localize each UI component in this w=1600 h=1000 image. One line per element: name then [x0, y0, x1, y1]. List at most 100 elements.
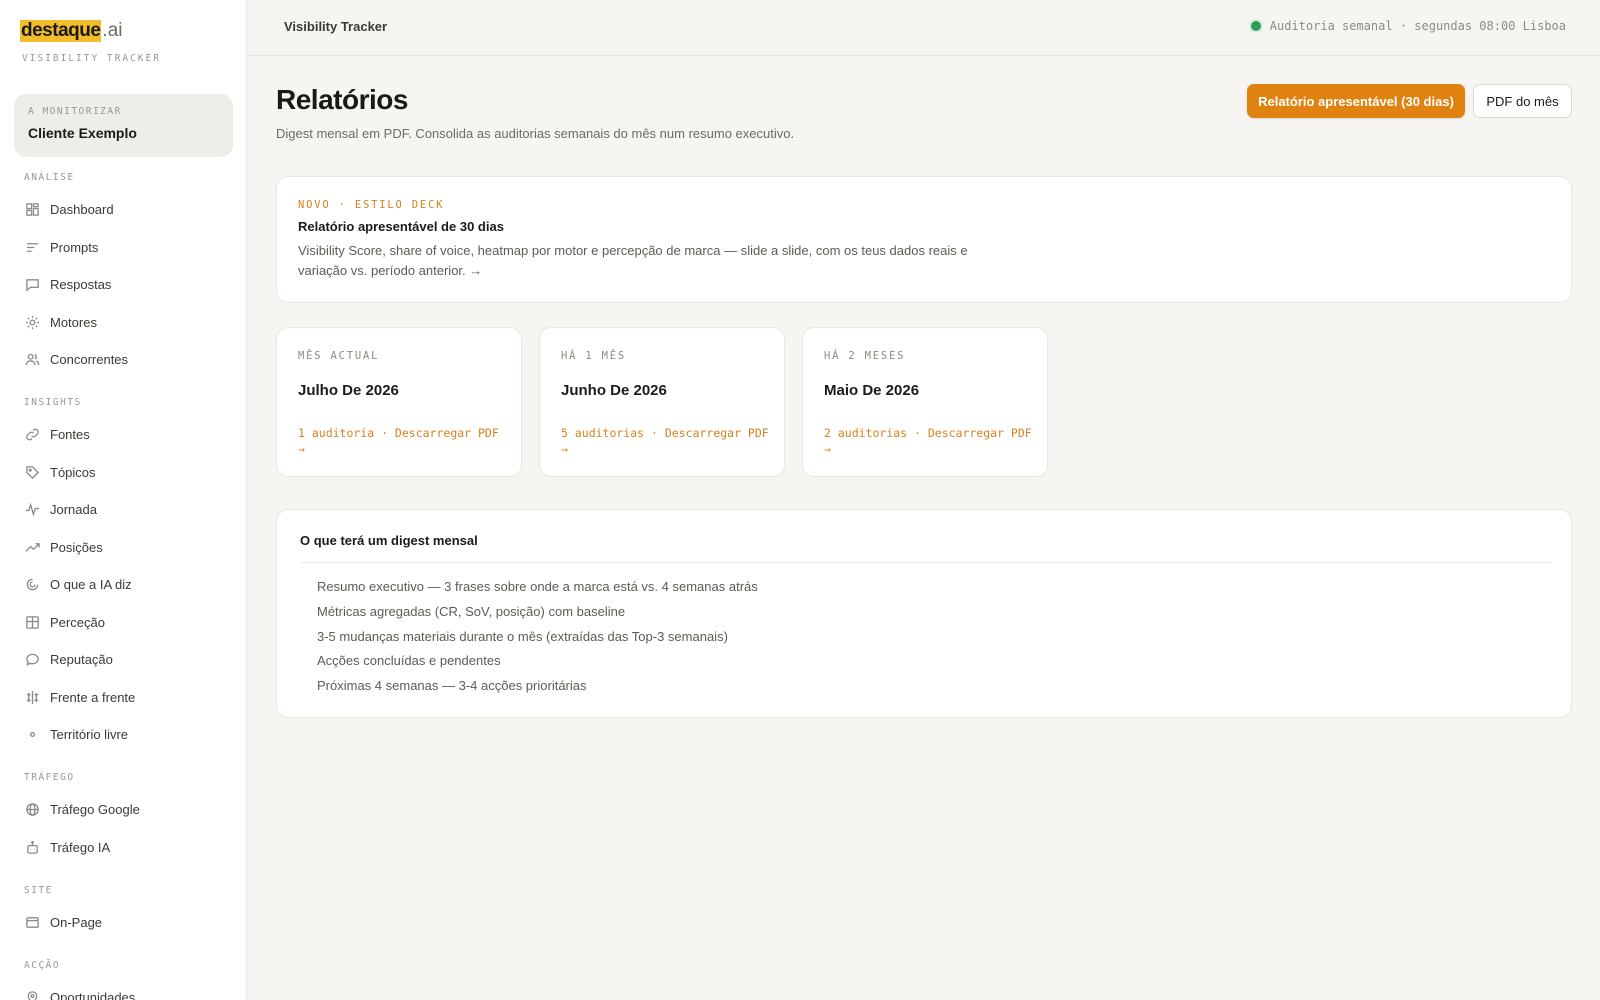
digest-info-card: O que terá um digest mensal Resumo execu… — [276, 509, 1572, 718]
download-pdf-link[interactable]: 5 auditorias · Descarregar PDF → — [561, 425, 771, 457]
dot-icon — [24, 726, 40, 742]
sidebar-item-trafego-google[interactable]: Tráfego Google — [14, 794, 234, 824]
compare-icon — [24, 689, 40, 705]
sidebar-item-dashboard[interactable]: Dashboard — [14, 194, 234, 224]
client-name: Cliente Exemplo — [28, 125, 137, 141]
page-subtitle: Digest mensal em PDF. Consolida as audit… — [276, 126, 795, 141]
nav-section-site: SITE — [24, 885, 53, 896]
trend-icon — [24, 539, 40, 555]
client-selector[interactable]: A MONITORIZAR Cliente Exemplo — [14, 94, 233, 157]
sidebar-item-label: Tráfego IA — [50, 839, 111, 855]
pulse-icon — [24, 501, 40, 517]
spiral-icon — [24, 576, 40, 592]
topbar: Visibility Tracker Auditoria semanal · s… — [248, 0, 1600, 56]
sidebar-item-topicos[interactable]: Tópicos — [14, 457, 234, 487]
list-item: Próximas 4 semanas — 3-4 acções prioritá… — [317, 678, 587, 694]
sidebar-item-label: Frente a frente — [50, 689, 136, 705]
sidebar-item-reputacao[interactable]: Reputação — [14, 644, 234, 674]
month-card[interactable]: HÁ 2 MESES Maio De 2026 2 auditorias · D… — [802, 327, 1048, 477]
sidebar-item-label: Perceção — [50, 614, 105, 630]
sidebar-item-label: Território livre — [50, 726, 129, 742]
grid-icon — [24, 201, 40, 217]
presentable-report-button[interactable]: Relatório apresentável (30 dias) — [1247, 84, 1465, 118]
client-label: A MONITORIZAR — [28, 106, 122, 117]
sidebar: destaque .ai VISIBILITY TRACKER A MONITOR… — [0, 0, 247, 1000]
sun-icon — [24, 314, 40, 330]
download-pdf-link[interactable]: 2 auditorias · Descarregar PDF → — [824, 425, 1034, 457]
divider — [300, 562, 1550, 563]
sidebar-item-label: Respostas — [50, 276, 112, 292]
lines-icon — [24, 239, 40, 255]
list-item: 3-5 mudanças materiais durante o mês (ex… — [317, 628, 728, 644]
brand-subtitle: VISIBILITY TRACKER — [22, 53, 161, 64]
sidebar-item-label: Tráfego Google — [50, 801, 140, 817]
presentable-report-card[interactable]: NOVO · ESTILO DECK Relatório apresentáve… — [276, 176, 1572, 303]
month-kicker: MÊS ACTUAL — [298, 350, 380, 362]
sidebar-item-label: Tópicos — [50, 464, 96, 480]
tag-icon — [24, 464, 40, 480]
link-icon — [24, 426, 40, 442]
month-title: Junho De 2026 — [561, 382, 667, 399]
nav-section-analise: ANÁLISE — [24, 172, 75, 183]
sidebar-item-label: Concorrentes — [50, 351, 129, 367]
bubble-icon — [24, 651, 40, 667]
sidebar-item-label: O que a IA diz — [50, 576, 132, 592]
digest-title: O que terá um digest mensal — [300, 533, 478, 548]
promo-title: Relatório apresentável de 30 dias — [298, 219, 504, 234]
digest-list: Resumo executivo — 3 frases sobre onde a… — [317, 575, 758, 699]
brand-name: destaque — [20, 20, 102, 42]
sidebar-item-label: Fontes — [50, 426, 90, 442]
promo-kicker: NOVO · ESTILO DECK — [298, 199, 445, 211]
page-title: Relatórios — [276, 84, 408, 115]
month-kicker: HÁ 1 MÊS — [561, 350, 626, 362]
sidebar-item-o-que-a-ia-diz[interactable]: O que a IA diz — [14, 569, 234, 599]
sidebar-item-oportunidades[interactable]: Oportunidades — [14, 982, 234, 1000]
month-title: Maio De 2026 — [824, 382, 920, 399]
sidebar-item-label: Motores — [50, 314, 97, 330]
pin-icon — [24, 989, 40, 1000]
status-dot-icon — [1250, 21, 1261, 31]
window-icon — [24, 914, 40, 930]
sidebar-item-trafego-ia[interactable]: Tráfego IA — [14, 832, 234, 862]
topbar-title: Visibility Tracker — [284, 19, 388, 34]
sidebar-item-fontes[interactable]: Fontes — [14, 419, 234, 449]
nav-section-accao: ACÇÃO — [24, 960, 61, 971]
sidebar-item-label: Oportunidades — [50, 989, 136, 1000]
layout-icon — [24, 614, 40, 630]
brand-logo[interactable]: destaque .ai — [20, 20, 123, 44]
sidebar-item-label: On-Page — [50, 914, 103, 930]
nav-section-trafego: TRÁFEGO — [24, 772, 75, 783]
promo-description: Visibility Score, share of voice, heatma… — [298, 243, 968, 278]
sidebar-item-territorio-livre[interactable]: Território livre — [14, 719, 234, 749]
sidebar-item-label: Reputação — [50, 651, 113, 667]
month-title: Julho De 2026 — [298, 382, 399, 399]
sidebar-item-label: Prompts — [50, 239, 99, 255]
audit-status-text: Auditoria semanal · segundas 08:00 Lisbo… — [1269, 19, 1566, 33]
sidebar-item-percecao[interactable]: Perceção — [14, 607, 234, 637]
sidebar-item-respostas[interactable]: Respostas — [14, 269, 234, 299]
sidebar-item-motores[interactable]: Motores — [14, 307, 234, 337]
sidebar-item-label: Dashboard — [50, 201, 114, 217]
bot-icon — [24, 839, 40, 855]
globe-icon — [24, 801, 40, 817]
sidebar-item-on-page[interactable]: On-Page — [14, 907, 234, 937]
users-icon — [24, 351, 40, 367]
list-item: Métricas agregadas (CR, SoV, posição) co… — [317, 603, 626, 619]
sidebar-item-jornada[interactable]: Jornada — [14, 494, 234, 524]
sidebar-item-frente-a-frente[interactable]: Frente a frente — [14, 682, 234, 712]
month-kicker: HÁ 2 MESES — [824, 350, 906, 362]
download-pdf-link[interactable]: 1 auditoria · Descarregar PDF → — [298, 425, 508, 457]
sidebar-item-prompts[interactable]: Prompts — [14, 232, 234, 262]
list-item: Acções concluídas e pendentes — [317, 653, 501, 669]
month-card[interactable]: MÊS ACTUAL Julho De 2026 1 auditoria · D… — [276, 327, 522, 477]
sidebar-item-posicoes[interactable]: Posições — [14, 532, 234, 562]
sidebar-item-label: Jornada — [50, 501, 97, 517]
list-item: Resumo executivo — 3 frases sobre onde a… — [317, 579, 758, 594]
audit-status: Auditoria semanal · segundas 08:00 Lisbo… — [1250, 19, 1566, 33]
sidebar-item-label: Posições — [50, 539, 103, 555]
monthly-pdf-button[interactable]: PDF do mês — [1473, 84, 1572, 118]
chat-icon — [24, 276, 40, 292]
sidebar-item-concorrentes[interactable]: Concorrentes — [14, 344, 234, 374]
month-card[interactable]: HÁ 1 MÊS Junho De 2026 5 auditorias · De… — [539, 327, 785, 477]
brand-tld: .ai — [102, 20, 123, 41]
